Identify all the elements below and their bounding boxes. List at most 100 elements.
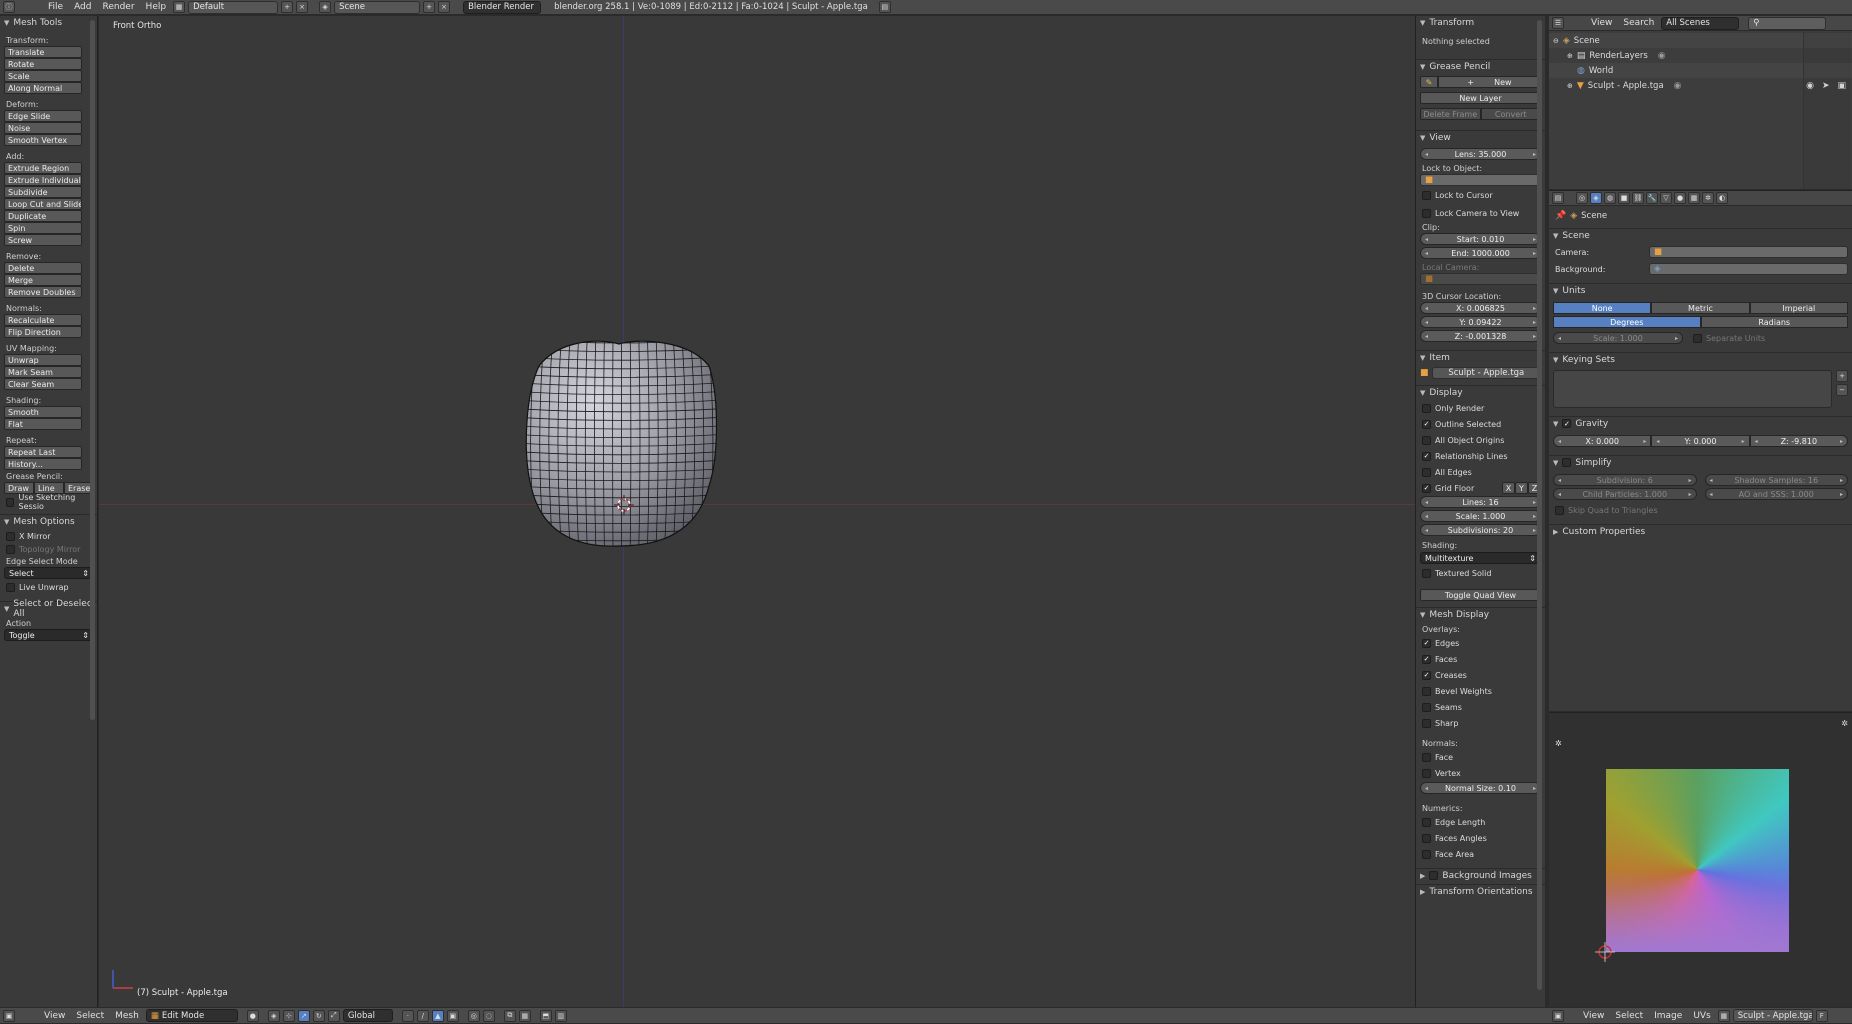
edge-slide-button[interactable]: Edge Slide	[4, 110, 82, 122]
editor-type-icon[interactable]: ▤	[1552, 192, 1564, 204]
radians-button[interactable]: Radians	[1700, 316, 1848, 328]
screen-layout-field[interactable]: Default	[188, 0, 279, 14]
cursor-z-field[interactable]: Z: -0.001328	[1420, 330, 1541, 342]
lock-to-cursor-checkbox[interactable]: Lock to Cursor	[1422, 189, 1545, 201]
camera-field[interactable]: ■	[1649, 246, 1848, 258]
face-normals-checkbox[interactable]: Face	[1422, 751, 1545, 763]
object-tab-icon[interactable]: ■	[1618, 192, 1630, 204]
live-unwrap-checkbox[interactable]: Live Unwrap	[6, 581, 97, 593]
display-header[interactable]: ▼ Display	[1416, 385, 1545, 399]
unit-scale-field[interactable]: Scale: 1.000	[1553, 332, 1683, 344]
item-name-field[interactable]: Sculpt - Apple.tga	[1431, 367, 1541, 379]
editor-type-icon[interactable]: ⓘ	[3, 1, 15, 13]
units-header[interactable]: ▼ Units	[1549, 283, 1852, 297]
extrude-individual-button[interactable]: Extrude Individual	[4, 174, 82, 186]
bevel-weights-checkbox[interactable]: Bevel Weights	[1422, 685, 1545, 697]
clear-seam-button[interactable]: Clear Seam	[4, 378, 82, 390]
uv-select-menu[interactable]: Select	[1611, 1011, 1647, 1021]
flat-button[interactable]: Flat	[4, 418, 82, 430]
unwrap-button[interactable]: Unwrap	[4, 354, 82, 366]
outliner-search-field[interactable]: ⚲	[1748, 16, 1827, 30]
viewport-shading-icon[interactable]: ●	[246, 1009, 259, 1022]
recalculate-button[interactable]: Recalculate	[4, 314, 82, 326]
menu-file[interactable]: File	[44, 2, 67, 12]
faces-angles-checkbox[interactable]: Faces Angles	[1422, 832, 1545, 844]
pencil-icon[interactable]: ✎	[1420, 76, 1438, 88]
outliner-filter-select[interactable]: All Scenes	[1661, 16, 1740, 30]
x-mirror-checkbox[interactable]: X Mirror	[6, 530, 97, 542]
outline-selected-checkbox[interactable]: ✓ Outline Selected	[1422, 418, 1545, 430]
orientation-select[interactable]: Global	[342, 1009, 393, 1022]
keying-sets-list[interactable]	[1553, 370, 1832, 408]
clip-end-field[interactable]: End: 1000.000	[1420, 247, 1541, 259]
scale-manipulator-icon[interactable]: ⤢	[327, 1009, 340, 1022]
uv-image-editor[interactable]: ✲ ✲	[1549, 712, 1852, 1007]
texture-tab-icon[interactable]: ▦	[1688, 192, 1700, 204]
noise-button[interactable]: Noise	[4, 122, 82, 134]
edge-select-dropdown[interactable]: Select ⇕	[4, 567, 94, 579]
mesh-tools-header[interactable]: ▼ Mesh Tools	[0, 16, 97, 30]
report-icon[interactable]: ▤	[878, 1, 891, 13]
uv-view-menu[interactable]: View	[1579, 1011, 1608, 1021]
skip-quad-checkbox[interactable]: Skip Quad to Triangles	[1555, 504, 1852, 516]
sharp-checkbox[interactable]: Sharp	[1422, 717, 1545, 729]
scene-tab-icon[interactable]: ◈	[1590, 192, 1602, 204]
textured-solid-checkbox[interactable]: Textured Solid	[1422, 567, 1545, 579]
editor-type-icon[interactable]: ▣	[1552, 1009, 1564, 1022]
ao-sss-field[interactable]: AO and SSS: 1.000	[1704, 488, 1848, 500]
new-layer-button[interactable]: New Layer	[1420, 92, 1541, 104]
delete-frame-button[interactable]: Delete Frame	[1420, 108, 1481, 120]
menu-render[interactable]: Render	[99, 2, 139, 12]
physics-tab-icon[interactable]: ◐	[1716, 192, 1728, 204]
history-button[interactable]: History...	[4, 458, 82, 470]
scene-field[interactable]: Scene	[334, 0, 421, 14]
operator-header[interactable]: ▼ Select or Deselect All	[0, 599, 97, 619]
units-metric-button[interactable]: Metric	[1651, 302, 1750, 314]
grid-x-toggle[interactable]: X	[1502, 482, 1515, 494]
units-imperial-button[interactable]: Imperial	[1749, 302, 1848, 314]
separate-units-checkbox[interactable]: Separate Units	[1693, 332, 1765, 344]
pin-icon[interactable]: 📌	[1555, 211, 1566, 221]
outliner-search-menu[interactable]: Search	[1619, 18, 1658, 28]
grid-scale-field[interactable]: Scale: 1.000	[1420, 510, 1541, 522]
action-dropdown[interactable]: Toggle ⇕	[4, 629, 94, 641]
screw-button[interactable]: Screw	[4, 234, 82, 246]
edge-length-checkbox[interactable]: Edge Length	[1422, 816, 1545, 828]
cursor-y-field[interactable]: Y: 0.09422	[1420, 316, 1541, 328]
lock-camera-checkbox[interactable]: Lock Camera to View	[1422, 207, 1545, 219]
duplicate-button[interactable]: Duplicate	[4, 210, 82, 222]
mesh-options-header[interactable]: ▼ Mesh Options	[0, 514, 97, 528]
image-name-field[interactable]: Sculpt - Apple.tga	[1732, 1009, 1813, 1022]
edge-select-icon[interactable]: /	[416, 1009, 429, 1022]
opengl-render-icon[interactable]: ⬒	[539, 1009, 552, 1022]
image-browse-icon[interactable]: ▦	[1717, 1009, 1730, 1022]
render-tab-icon[interactable]: ◎	[1576, 192, 1588, 204]
add-screen-icon[interactable]: +	[281, 1, 294, 13]
grid-floor-checkbox[interactable]: ✓ Grid Floor	[1422, 482, 1502, 494]
normal-size-field[interactable]: Normal Size: 0.10	[1420, 782, 1541, 794]
keying-sets-header[interactable]: ▼ Keying Sets	[1549, 352, 1852, 366]
degrees-button[interactable]: Degrees	[1553, 316, 1701, 328]
toggle-quad-view-button[interactable]: Toggle Quad View	[1420, 589, 1541, 601]
constraints-tab-icon[interactable]: ⛓	[1632, 192, 1644, 204]
remove-doubles-button[interactable]: Remove Doubles	[4, 286, 82, 298]
grease-pencil-header[interactable]: ▼ Grease Pencil	[1416, 59, 1545, 73]
mesh-menu[interactable]: Mesh	[111, 1011, 143, 1021]
remove-screen-icon[interactable]: ×	[296, 1, 309, 13]
menu-add[interactable]: Add	[70, 2, 95, 12]
use-sketching-checkbox[interactable]: Use Sketching Sessio	[6, 493, 97, 511]
remove-scene-icon[interactable]: ×	[438, 1, 451, 13]
data-tab-icon[interactable]: ▽	[1660, 192, 1672, 204]
mesh-display-header[interactable]: ▼ Mesh Display	[1416, 607, 1545, 621]
2d-cursor-icon[interactable]	[1594, 941, 1616, 963]
falloff-icon[interactable]: ◌	[482, 1009, 495, 1022]
face-select-icon[interactable]: ▲	[431, 1009, 444, 1022]
seams-checkbox[interactable]: Seams	[1422, 701, 1545, 713]
along-normal-button[interactable]: Along Normal	[4, 82, 82, 94]
render-engine-select[interactable]: Blender Render	[463, 0, 542, 14]
gravity-header[interactable]: ▼ ✓ Gravity	[1549, 416, 1852, 430]
shadow-samples-field[interactable]: Shadow Samples: 16	[1704, 474, 1848, 486]
delete-button[interactable]: Delete	[4, 262, 82, 274]
repeat-last-button[interactable]: Repeat Last	[4, 446, 82, 458]
snap-icon[interactable]: ⧉	[503, 1009, 516, 1022]
